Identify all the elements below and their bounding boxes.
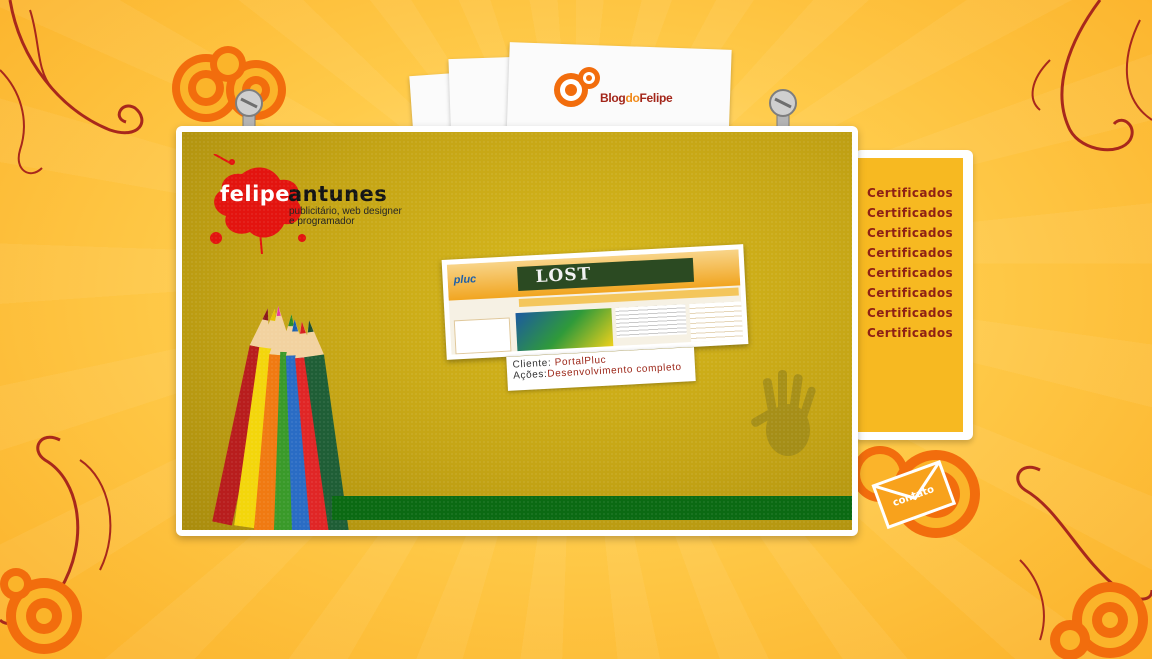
screenshot-article-text xyxy=(615,304,687,338)
menu-list: Certificados Certificados Certificados C… xyxy=(855,158,963,432)
screenshot-banner-text: LOST xyxy=(535,264,592,288)
blog-title: BlogdoFelipe xyxy=(600,91,673,105)
circles-ornament-bottom-left xyxy=(0,568,82,654)
menu-item-certificados[interactable]: Certificados xyxy=(855,206,963,226)
blog-circles-icon xyxy=(554,67,600,107)
menu-item-certificados[interactable]: Certificados xyxy=(855,266,963,286)
blog-title-prefix: Blog xyxy=(600,91,626,105)
menu-item-certificados[interactable]: Certificados xyxy=(855,226,963,246)
menu-item-certificados[interactable]: Certificados xyxy=(855,186,963,206)
swirl-ornament-top-left xyxy=(0,0,144,175)
screenshot-right-column xyxy=(689,301,744,343)
site-logo[interactable]: felipe antunes publicitário, web designe… xyxy=(202,154,432,254)
menu-item-certificados[interactable]: Certificados xyxy=(855,326,963,346)
menu-item-certificados[interactable]: Certificados xyxy=(855,246,963,266)
blog-title-mid: do xyxy=(625,91,640,105)
screenshot-sidebar xyxy=(453,317,512,355)
swirl-ornament-top-right xyxy=(1031,0,1152,152)
logo-last-name: antunes xyxy=(288,182,388,206)
menu-panel: Certificados Certificados Certificados C… xyxy=(855,150,973,440)
blog-title-suffix: Felipe xyxy=(639,91,673,105)
contact-button[interactable]: contato xyxy=(870,452,960,532)
website-screenshot: pluc LOST xyxy=(446,249,744,355)
portfolio-thumbnail[interactable]: pluc LOST xyxy=(441,244,749,360)
logo-tagline-line-2: e programador xyxy=(289,216,355,227)
blog-do-felipe-link[interactable]: BlogdoFelipe xyxy=(553,66,693,110)
menu-item-certificados[interactable]: Certificados xyxy=(855,306,963,326)
menu-item-certificados[interactable]: Certificados xyxy=(855,286,963,306)
green-footer-bar xyxy=(332,496,852,520)
screenshot-site-logo: pluc xyxy=(453,273,477,287)
circles-ornament-bottom-right xyxy=(1050,582,1148,659)
screenshot-photo xyxy=(515,308,614,354)
colored-pencils-illustration xyxy=(212,305,350,530)
logo-first-name: felipe xyxy=(220,182,291,206)
caption-actions-label: Ações: xyxy=(512,368,548,382)
handprint-icon xyxy=(751,370,816,456)
logo-tagline: publicitário, web designer e programador xyxy=(289,207,429,227)
